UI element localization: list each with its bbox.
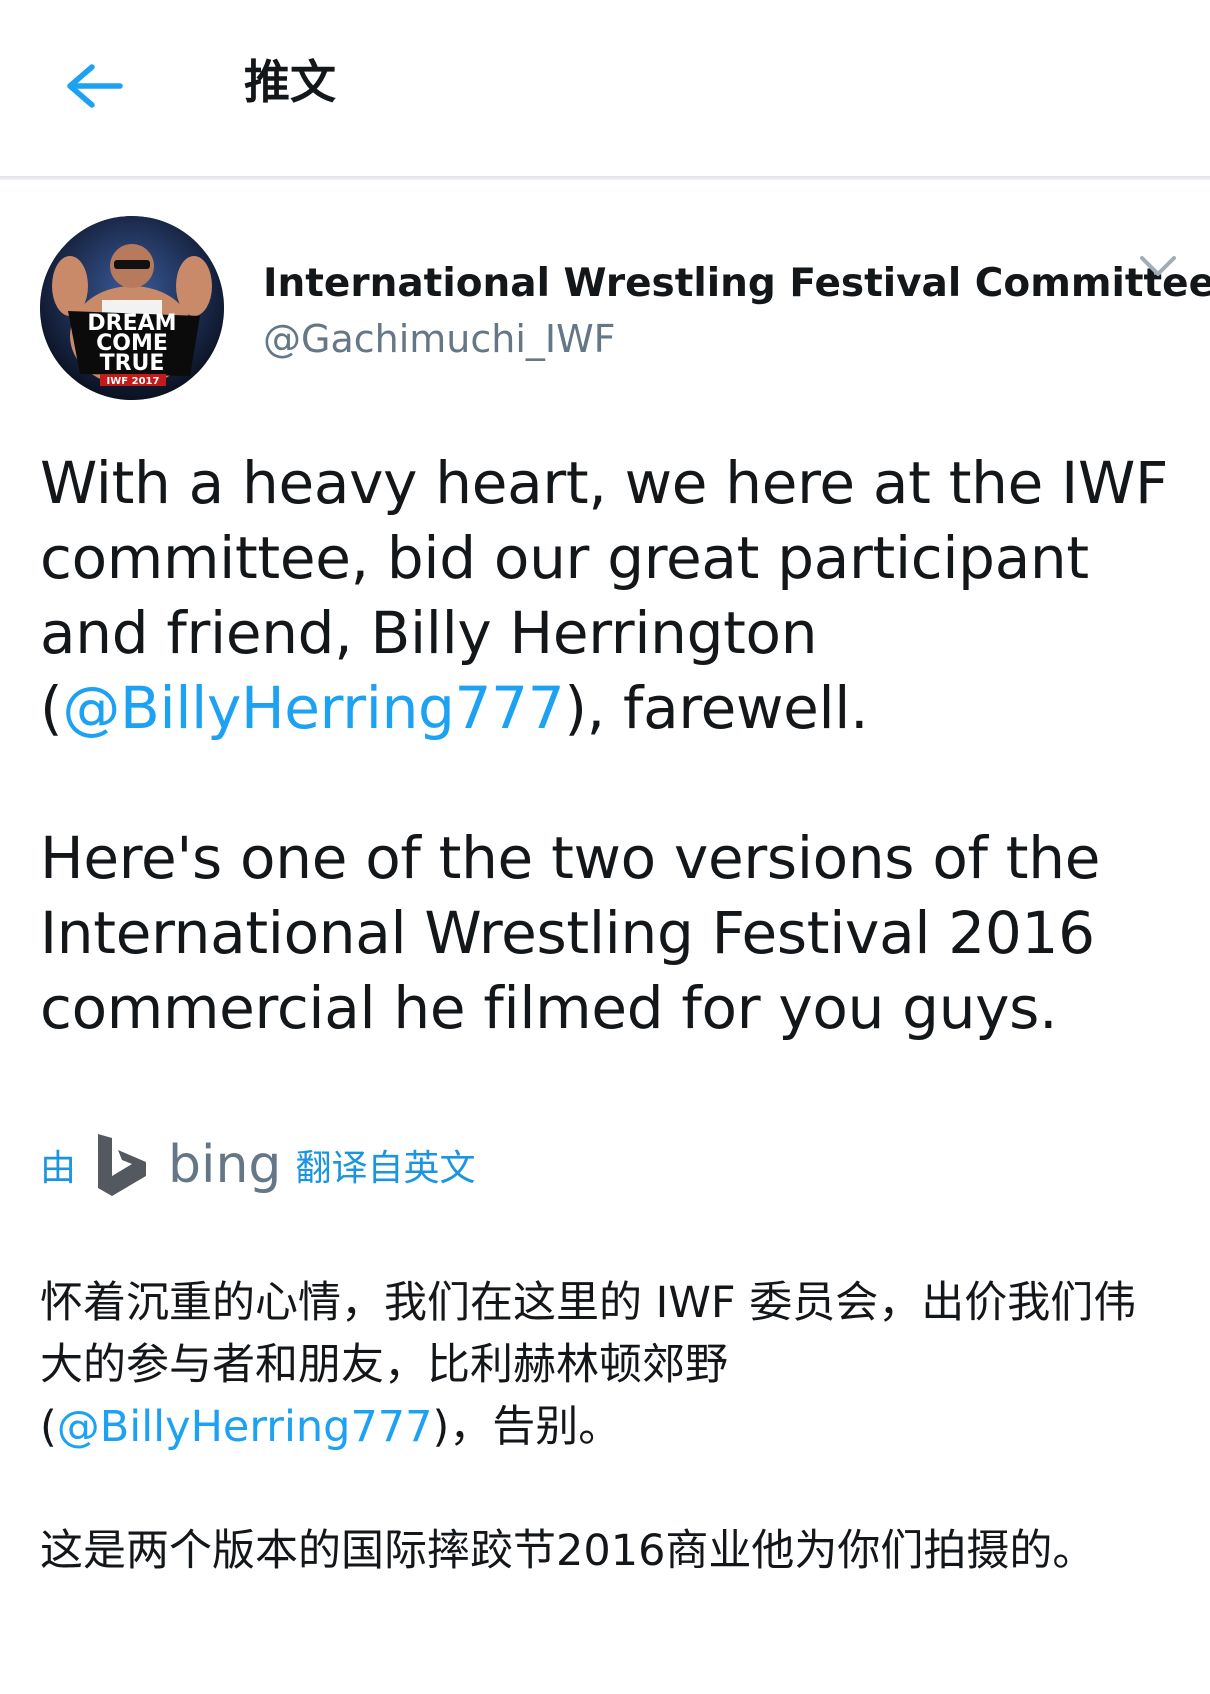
- tweet-paragraph-1: With a heavy heart, we here at the IWF c…: [40, 446, 1180, 746]
- avatar-text-line3: TRUE: [100, 351, 165, 376]
- mention-link[interactable]: @BillyHerring777: [62, 674, 564, 742]
- avatar[interactable]: DREAM COME TRUE IWF 2017: [40, 216, 224, 400]
- translated-from-label: 翻译自英文: [295, 1148, 476, 1189]
- tweet-text: With a heavy heart, we here at the IWF c…: [40, 446, 1180, 1046]
- translated-text-part: )，告别。: [432, 1402, 622, 1452]
- page-title: 推文: [244, 55, 336, 109]
- bing-logo-icon: [98, 1134, 147, 1196]
- header-divider: [0, 176, 1210, 180]
- translated-paragraph-2: 这是两个版本的国际摔跤节2016商业他为你们拍摄的。: [40, 1526, 1096, 1576]
- mention-link[interactable]: @BillyHerring777: [57, 1402, 433, 1452]
- arrow-left-icon: [67, 64, 123, 108]
- avatar-image: DREAM COME TRUE IWF 2017: [40, 216, 224, 400]
- tweet-paragraph-2: Here's one of the two versions of the In…: [40, 824, 1101, 1042]
- author-name[interactable]: International Wrestling Festival Committ…: [263, 258, 1210, 310]
- app-header: 推文: [0, 0, 1210, 176]
- avatar-text-line4: IWF 2017: [107, 376, 160, 387]
- translated-paragraph-1: 怀着沉重的心情，我们在这里的 IWF 委员会，出价我们伟大的参与者和朋友，比利赫…: [40, 1272, 1170, 1458]
- back-button[interactable]: [58, 50, 130, 122]
- translated-by-label: 由: [40, 1148, 77, 1189]
- author-handle[interactable]: @Gachimuchi_IWF: [263, 314, 616, 364]
- translated-text: 怀着沉重的心情，我们在这里的 IWF 委员会，出价我们伟大的参与者和朋友，比利赫…: [40, 1272, 1170, 1582]
- translation-provider: bing: [168, 1135, 282, 1195]
- chevron-down-icon[interactable]: [1136, 250, 1180, 284]
- translation-attribution: 由 bing 翻译自英文: [40, 1130, 475, 1200]
- tweet-text-part: ), farewell.: [564, 674, 869, 742]
